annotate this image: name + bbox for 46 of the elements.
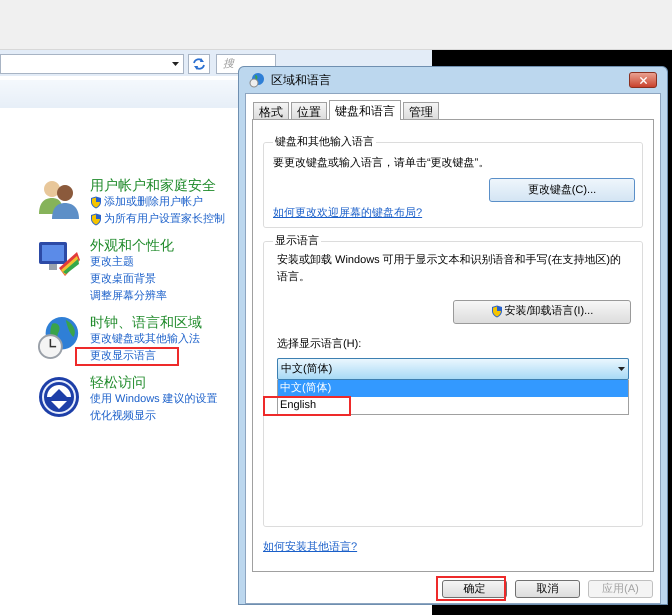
dialog-button[interactable]: 取消	[515, 580, 580, 598]
tab[interactable]: 位置	[291, 102, 327, 119]
change-keyboard-button[interactable]: 更改键盘(C)...	[489, 178, 635, 202]
category-link[interactable]: 调整屏幕分辨率	[90, 288, 167, 305]
dropdown-caret-icon	[172, 62, 179, 66]
shield-icon	[90, 213, 102, 226]
category-title[interactable]: 外观和个性化	[90, 236, 174, 254]
users-icon	[37, 178, 81, 220]
category-link[interactable]: 更改桌面背景	[90, 271, 156, 288]
globe-icon	[249, 72, 265, 88]
address-field[interactable]	[0, 54, 184, 74]
highlight-frame	[436, 576, 506, 601]
globe-clock-icon	[37, 315, 81, 361]
dropdown-caret-icon	[618, 367, 625, 371]
category-title[interactable]: 轻松访问	[90, 373, 146, 391]
refresh-icon	[192, 58, 206, 70]
category-title[interactable]: 用户帐户和家庭安全	[90, 176, 216, 194]
accessibility-icon	[37, 375, 81, 419]
install-languages-link[interactable]: 如何安装其他语言?	[263, 539, 358, 556]
select-label: 选择显示语言(H):	[277, 336, 362, 352]
category-link[interactable]: 添加或删除用户帐户	[90, 194, 203, 211]
category-link[interactable]: 更改主题	[90, 254, 134, 271]
dropdown-option[interactable]: English	[263, 396, 351, 416]
tab[interactable]: 格式	[253, 102, 289, 119]
install-language-button[interactable]: 安装/卸载语言(I)...	[453, 300, 631, 324]
tab[interactable]: 管理	[403, 102, 439, 119]
close-icon	[638, 74, 648, 86]
refresh-button[interactable]	[188, 54, 210, 74]
category-link[interactable]: 更改键盘或其他输入法	[90, 331, 200, 348]
group-title: 显示语言	[274, 234, 320, 249]
category-link[interactable]: 使用 Windows 建议的设置	[90, 391, 218, 408]
group-title: 键盘和其他输入语言	[274, 134, 375, 150]
keyboard-description: 要更改键盘或输入语言，请单击“更改键盘”。	[273, 156, 490, 170]
shield-icon	[490, 305, 503, 318]
tab[interactable]: 键盘和语言	[329, 100, 401, 120]
category-link[interactable]: 为所有用户设置家长控制	[90, 211, 225, 228]
category-title[interactable]: 时钟、语言和区域	[90, 313, 202, 331]
dialog-title: 区域和语言	[271, 72, 331, 89]
keyboard-layout-link[interactable]: 如何更改欢迎屏幕的键盘布局?	[273, 205, 422, 222]
shield-icon	[90, 196, 102, 209]
dialog-button[interactable]: 确定	[442, 580, 507, 598]
category-link[interactable]: 优化视频显示	[90, 408, 156, 425]
display-language-description: 安装或卸载 Windows 可用于显示文本和识别语音和手写(在支持地区)的语言。	[277, 252, 622, 284]
category-link[interactable]: 更改显示语言	[75, 347, 179, 366]
close-button[interactable]	[629, 72, 657, 88]
language-select[interactable]: 中文(简体)	[277, 358, 629, 380]
